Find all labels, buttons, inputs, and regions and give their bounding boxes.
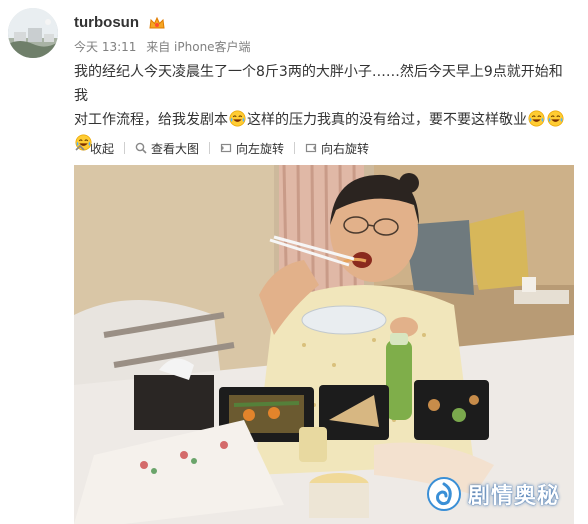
rotate-right-button[interactable]: 向右旋转 <box>305 140 369 157</box>
watermark-logo-icon <box>426 477 461 511</box>
toolbar-divider <box>209 142 211 154</box>
post-text-segment: 这样的压力我真的没有给过，要不要这样敬业 <box>247 112 527 128</box>
post-photo[interactable]: 剧情奥秘 <box>74 165 574 524</box>
avatar[interactable] <box>8 8 58 58</box>
toolbar-divider <box>124 142 126 154</box>
avatar-landscape-image <box>8 8 58 58</box>
post-text-line-1: 我的经纪人今天凌晨生了一个8斤3两的大胖小子……然后今天早上9点就开始和我 <box>74 64 563 104</box>
post-meta: 今天 13:11 来自 iPhone客户端 <box>74 38 257 55</box>
food-trays <box>219 380 489 442</box>
rotate-left-button[interactable]: 向左旋转 <box>220 140 284 157</box>
watermark-text: 剧情奥秘 <box>467 484 560 509</box>
laugh-cry-emoji-icon <box>229 110 246 127</box>
username-link[interactable]: turbosun <box>74 14 139 31</box>
toolbar-divider <box>294 142 296 154</box>
magnifier-icon <box>135 142 147 154</box>
rotate-right-label: 向右旋转 <box>321 141 370 156</box>
rotate-left-icon <box>220 143 232 153</box>
laugh-cry-emoji-icon <box>547 110 564 127</box>
collapse-arrow-icon <box>75 144 85 151</box>
hospital-meal-photo <box>74 165 574 524</box>
view-large-label: 查看大图 <box>151 141 200 156</box>
post-text-segment: 对工作流程，给我发剧本 <box>74 112 228 128</box>
collapse-button[interactable]: 收起 <box>74 140 114 157</box>
laugh-cry-emoji-icon <box>528 110 545 127</box>
vip-crown-icon[interactable] <box>148 15 166 31</box>
post-text-line-2: 对工作流程，给我发剧本 这样的压力我真的没有给过，要不要这样敬业 <box>74 108 574 132</box>
weibo-post: turbosun 今天 13:11 来自 iPhone客户端 我的经纪人今天凌晨… <box>0 0 588 524</box>
view-large-button[interactable]: 查看大图 <box>135 140 199 157</box>
post-source[interactable]: 来自 iPhone客户端 <box>146 40 250 54</box>
rotate-right-icon <box>305 143 317 153</box>
watermark: 剧情奥秘 <box>426 476 560 512</box>
rotate-left-label: 向左旋转 <box>236 141 285 156</box>
post-time[interactable]: 今天 13:11 <box>74 40 136 54</box>
image-toolbar: 收起 查看大图 向左旋转 向右旋转 <box>74 138 369 158</box>
post-header: turbosun <box>74 12 166 31</box>
collapse-label: 收起 <box>90 141 115 156</box>
